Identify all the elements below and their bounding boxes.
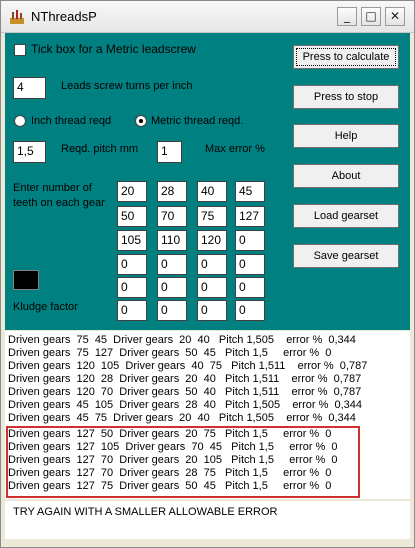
list-item: Driven gears 75 127 Driver gears 50 45 P… [8, 347, 332, 359]
list-item: Driven gears 120 28 Driver gears 20 40 P… [8, 373, 362, 385]
gear-input[interactable]: 40 [197, 181, 227, 202]
gear-input[interactable]: 0 [117, 300, 147, 321]
gear-input[interactable]: 0 [235, 254, 265, 275]
gear-input[interactable]: 0 [235, 230, 265, 251]
status-message: TRY AGAIN WITH A SMALLER ALLOWABLE ERROR [13, 506, 278, 518]
close-button[interactable]: ✕ [385, 7, 405, 26]
gear-input[interactable]: 0 [117, 254, 147, 275]
gear-input[interactable]: 0 [197, 254, 227, 275]
gear-input[interactable]: 110 [157, 230, 187, 251]
gear-input[interactable]: 0 [197, 277, 227, 298]
metric-leadscrew-label: Tick box for a Metric leadscrew [31, 42, 196, 56]
calculate-button[interactable]: Press to calculate [293, 45, 399, 69]
gear-input[interactable]: 0 [157, 254, 187, 275]
gear-input[interactable]: 0 [197, 300, 227, 321]
gear-input[interactable]: 50 [117, 206, 147, 227]
gear-input[interactable]: 75 [197, 206, 227, 227]
gear-input[interactable]: 70 [157, 206, 187, 227]
title-bar[interactable]: NThreadsP _ □ ✕ [1, 1, 414, 33]
max-error-label: Max error % [205, 143, 265, 155]
metric-thread-radio[interactable] [135, 115, 147, 127]
gear-input[interactable]: 105 [117, 230, 147, 251]
help-button[interactable]: Help [293, 124, 399, 148]
results-list[interactable]: Driven gears 75 45 Driver gears 20 40 Pi… [5, 331, 410, 499]
app-icon [10, 10, 24, 24]
inch-thread-radio[interactable] [14, 115, 26, 127]
list-item: Driven gears 45 105 Driver gears 28 40 P… [8, 399, 363, 411]
kludge-factor-label: Kludge factor [13, 301, 78, 313]
list-item: Driven gears 120 105 Driver gears 40 75 … [8, 360, 368, 372]
pitch-input[interactable]: 1,5 [13, 141, 46, 163]
stop-button[interactable]: Press to stop [293, 85, 399, 109]
list-item: Driven gears 120 70 Driver gears 50 40 P… [8, 386, 362, 398]
gear-input[interactable]: 0 [235, 300, 265, 321]
gear-input[interactable]: 0 [117, 277, 147, 298]
gear-input[interactable]: 0 [157, 277, 187, 298]
leadscrew-tpi-label: Leads screw turns per inch [61, 80, 193, 92]
teeth-label-line1: Enter number of [13, 182, 92, 194]
gear-input[interactable]: 0 [157, 300, 187, 321]
about-button[interactable]: About [293, 164, 399, 188]
window-title: NThreadsP [31, 9, 97, 24]
max-error-input[interactable]: 1 [157, 141, 182, 163]
leadscrew-tpi-input[interactable]: 4 [13, 77, 46, 99]
teeth-label-line2: teeth on each gear [13, 197, 105, 209]
minimize-button[interactable]: _ [337, 7, 357, 26]
gear-input[interactable]: 45 [235, 181, 265, 202]
gear-input[interactable]: 0 [235, 277, 265, 298]
list-item: Driven gears 45 75 Driver gears 20 40 Pi… [8, 412, 356, 424]
highlight-box [6, 426, 360, 498]
pitch-label: Reqd. pitch mm [61, 143, 139, 155]
app-window: NThreadsP _ □ ✕ Tick box for a Metric le… [0, 0, 415, 548]
gear-input[interactable]: 127 [235, 206, 265, 227]
save-gearset-button[interactable]: Save gearset [293, 244, 399, 268]
load-gearset-button[interactable]: Load gearset [293, 204, 399, 228]
inch-thread-label: Inch thread reqd [31, 115, 112, 127]
metric-leadscrew-checkbox[interactable] [14, 44, 26, 56]
form-panel: Tick box for a Metric leadscrew 4 Leads … [5, 33, 410, 330]
gear-input[interactable]: 120 [197, 230, 227, 251]
maximize-button[interactable]: □ [361, 7, 381, 26]
gear-input[interactable]: 28 [157, 181, 187, 202]
colour-swatch[interactable] [13, 270, 39, 290]
status-panel: TRY AGAIN WITH A SMALLER ALLOWABLE ERROR [5, 501, 410, 539]
metric-thread-label: Metric thread reqd. [151, 115, 244, 127]
gear-input[interactable]: 20 [117, 181, 147, 202]
list-item: Driven gears 75 45 Driver gears 20 40 Pi… [8, 334, 356, 346]
